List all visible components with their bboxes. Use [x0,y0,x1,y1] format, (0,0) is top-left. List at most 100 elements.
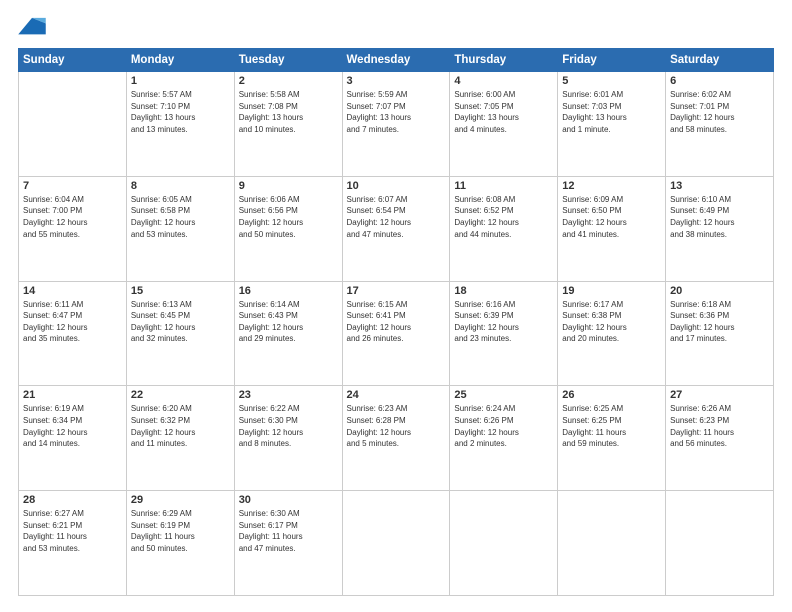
day-number: 3 [347,75,446,87]
day-number: 27 [670,389,769,401]
day-info: Sunrise: 6:19 AM Sunset: 6:34 PM Dayligh… [23,403,122,449]
day-number: 12 [562,180,661,192]
day-info: Sunrise: 6:14 AM Sunset: 6:43 PM Dayligh… [239,299,338,345]
day-cell [558,491,666,596]
day-cell: 17 Sunrise: 6:15 AM Sunset: 6:41 PM Dayli… [342,281,450,386]
day-number: 10 [347,180,446,192]
day-info: Sunrise: 6:02 AM Sunset: 7:01 PM Dayligh… [670,89,769,135]
day-info: Sunrise: 6:07 AM Sunset: 6:54 PM Dayligh… [347,194,446,240]
day-info: Sunrise: 6:24 AM Sunset: 6:26 PM Dayligh… [454,403,553,449]
day-cell: 12Sunrise: 6:09 AM Sunset: 6:50 PM Dayli… [558,176,666,281]
day-number: 8 [131,180,230,192]
day-number: 24 [347,389,446,401]
day-cell [450,491,558,596]
day-info: Sunrise: 6:00 AM Sunset: 7:05 PM Dayligh… [454,89,553,135]
day-cell: 30 Sunrise: 6:30 AM Sunset: 6:17 PM Dayli… [234,491,342,596]
day-cell: 24 Sunrise: 6:23 AM Sunset: 6:28 PM Dayli… [342,386,450,491]
day-cell [666,491,774,596]
day-info: Sunrise: 6:08 AM Sunset: 6:52 PM Dayligh… [454,194,553,240]
day-cell: 11Sunrise: 6:08 AM Sunset: 6:52 PM Dayli… [450,176,558,281]
day-cell: 15 Sunrise: 6:13 AM Sunset: 6:45 PM Dayli… [126,281,234,386]
week-row-3: 14 Sunrise: 6:11 AM Sunset: 6:47 PM Dayli… [19,281,774,386]
day-number: 20 [670,285,769,297]
weekday-sunday: Sunday [19,49,127,72]
day-cell: 21 Sunrise: 6:19 AM Sunset: 6:34 PM Dayli… [19,386,127,491]
day-cell: 6 Sunrise: 6:02 AM Sunset: 7:01 PM Daylig… [666,72,774,177]
day-info: Sunrise: 6:10 AM Sunset: 6:49 PM Dayligh… [670,194,769,240]
header [18,16,774,38]
day-info: Sunrise: 6:20 AM Sunset: 6:32 PM Dayligh… [131,403,230,449]
day-number: 5 [562,75,661,87]
weekday-tuesday: Tuesday [234,49,342,72]
day-number: 6 [670,75,769,87]
day-cell: 22 Sunrise: 6:20 AM Sunset: 6:32 PM Dayli… [126,386,234,491]
day-cell: 16Sunrise: 6:14 AM Sunset: 6:43 PM Dayli… [234,281,342,386]
day-number: 2 [239,75,338,87]
day-cell: 23Sunrise: 6:22 AM Sunset: 6:30 PM Dayli… [234,386,342,491]
day-info: Sunrise: 6:29 AM Sunset: 6:19 PM Dayligh… [131,508,230,554]
day-number: 4 [454,75,553,87]
day-info: Sunrise: 5:59 AM Sunset: 7:07 PM Dayligh… [347,89,446,135]
day-number: 22 [131,389,230,401]
day-cell: 5Sunrise: 6:01 AM Sunset: 7:03 PM Daylig… [558,72,666,177]
day-cell: 20 Sunrise: 6:18 AM Sunset: 6:36 PM Dayli… [666,281,774,386]
day-info: Sunrise: 6:22 AM Sunset: 6:30 PM Dayligh… [239,403,338,449]
day-cell: 7 Sunrise: 6:04 AM Sunset: 7:00 PM Daylig… [19,176,127,281]
day-info: Sunrise: 6:06 AM Sunset: 6:56 PM Dayligh… [239,194,338,240]
day-info: Sunrise: 6:18 AM Sunset: 6:36 PM Dayligh… [670,299,769,345]
weekday-thursday: Thursday [450,49,558,72]
day-number: 19 [562,285,661,297]
calendar-page: SundayMondayTuesdayWednesdayThursdayFrid… [0,0,792,612]
day-info: Sunrise: 5:57 AM Sunset: 7:10 PM Dayligh… [131,89,230,135]
day-number: 13 [670,180,769,192]
weekday-header-row: SundayMondayTuesdayWednesdayThursdayFrid… [19,49,774,72]
day-number: 7 [23,180,122,192]
day-cell: 27Sunrise: 6:26 AM Sunset: 6:23 PM Dayli… [666,386,774,491]
day-cell: 29 Sunrise: 6:29 AM Sunset: 6:19 PM Dayli… [126,491,234,596]
day-cell: 25 Sunrise: 6:24 AM Sunset: 6:26 PM Dayli… [450,386,558,491]
day-cell: 19 Sunrise: 6:17 AM Sunset: 6:38 PM Dayli… [558,281,666,386]
day-number: 14 [23,285,122,297]
day-number: 29 [131,494,230,506]
logo-icon [18,16,46,38]
day-number: 15 [131,285,230,297]
day-cell: 9 Sunrise: 6:06 AM Sunset: 6:56 PM Daylig… [234,176,342,281]
day-number: 21 [23,389,122,401]
day-info: Sunrise: 6:23 AM Sunset: 6:28 PM Dayligh… [347,403,446,449]
day-cell: 10 Sunrise: 6:07 AM Sunset: 6:54 PM Dayli… [342,176,450,281]
day-cell: 3 Sunrise: 5:59 AM Sunset: 7:07 PM Daylig… [342,72,450,177]
day-info: Sunrise: 5:58 AM Sunset: 7:08 PM Dayligh… [239,89,338,135]
day-number: 25 [454,389,553,401]
week-row-2: 7 Sunrise: 6:04 AM Sunset: 7:00 PM Daylig… [19,176,774,281]
weekday-friday: Friday [558,49,666,72]
day-info: Sunrise: 6:04 AM Sunset: 7:00 PM Dayligh… [23,194,122,240]
day-cell [342,491,450,596]
day-number: 30 [239,494,338,506]
day-cell [19,72,127,177]
day-cell: 28 Sunrise: 6:27 AM Sunset: 6:21 PM Dayli… [19,491,127,596]
weekday-saturday: Saturday [666,49,774,72]
day-info: Sunrise: 6:25 AM Sunset: 6:25 PM Dayligh… [562,403,661,449]
day-info: Sunrise: 6:30 AM Sunset: 6:17 PM Dayligh… [239,508,338,554]
day-info: Sunrise: 6:16 AM Sunset: 6:39 PM Dayligh… [454,299,553,345]
day-info: Sunrise: 6:13 AM Sunset: 6:45 PM Dayligh… [131,299,230,345]
day-number: 17 [347,285,446,297]
day-cell: 26 Sunrise: 6:25 AM Sunset: 6:25 PM Dayli… [558,386,666,491]
day-info: Sunrise: 6:05 AM Sunset: 6:58 PM Dayligh… [131,194,230,240]
day-info: Sunrise: 6:17 AM Sunset: 6:38 PM Dayligh… [562,299,661,345]
week-row-5: 28 Sunrise: 6:27 AM Sunset: 6:21 PM Dayli… [19,491,774,596]
weekday-wednesday: Wednesday [342,49,450,72]
week-row-1: 1 Sunrise: 5:57 AM Sunset: 7:10 PM Daylig… [19,72,774,177]
day-info: Sunrise: 6:11 AM Sunset: 6:47 PM Dayligh… [23,299,122,345]
day-number: 26 [562,389,661,401]
week-row-4: 21 Sunrise: 6:19 AM Sunset: 6:34 PM Dayli… [19,386,774,491]
day-number: 28 [23,494,122,506]
day-number: 1 [131,75,230,87]
day-number: 18 [454,285,553,297]
logo [18,16,48,38]
day-cell: 2 Sunrise: 5:58 AM Sunset: 7:08 PM Daylig… [234,72,342,177]
calendar-table: SundayMondayTuesdayWednesdayThursdayFrid… [18,48,774,596]
day-number: 9 [239,180,338,192]
day-info: Sunrise: 6:15 AM Sunset: 6:41 PM Dayligh… [347,299,446,345]
day-info: Sunrise: 6:27 AM Sunset: 6:21 PM Dayligh… [23,508,122,554]
